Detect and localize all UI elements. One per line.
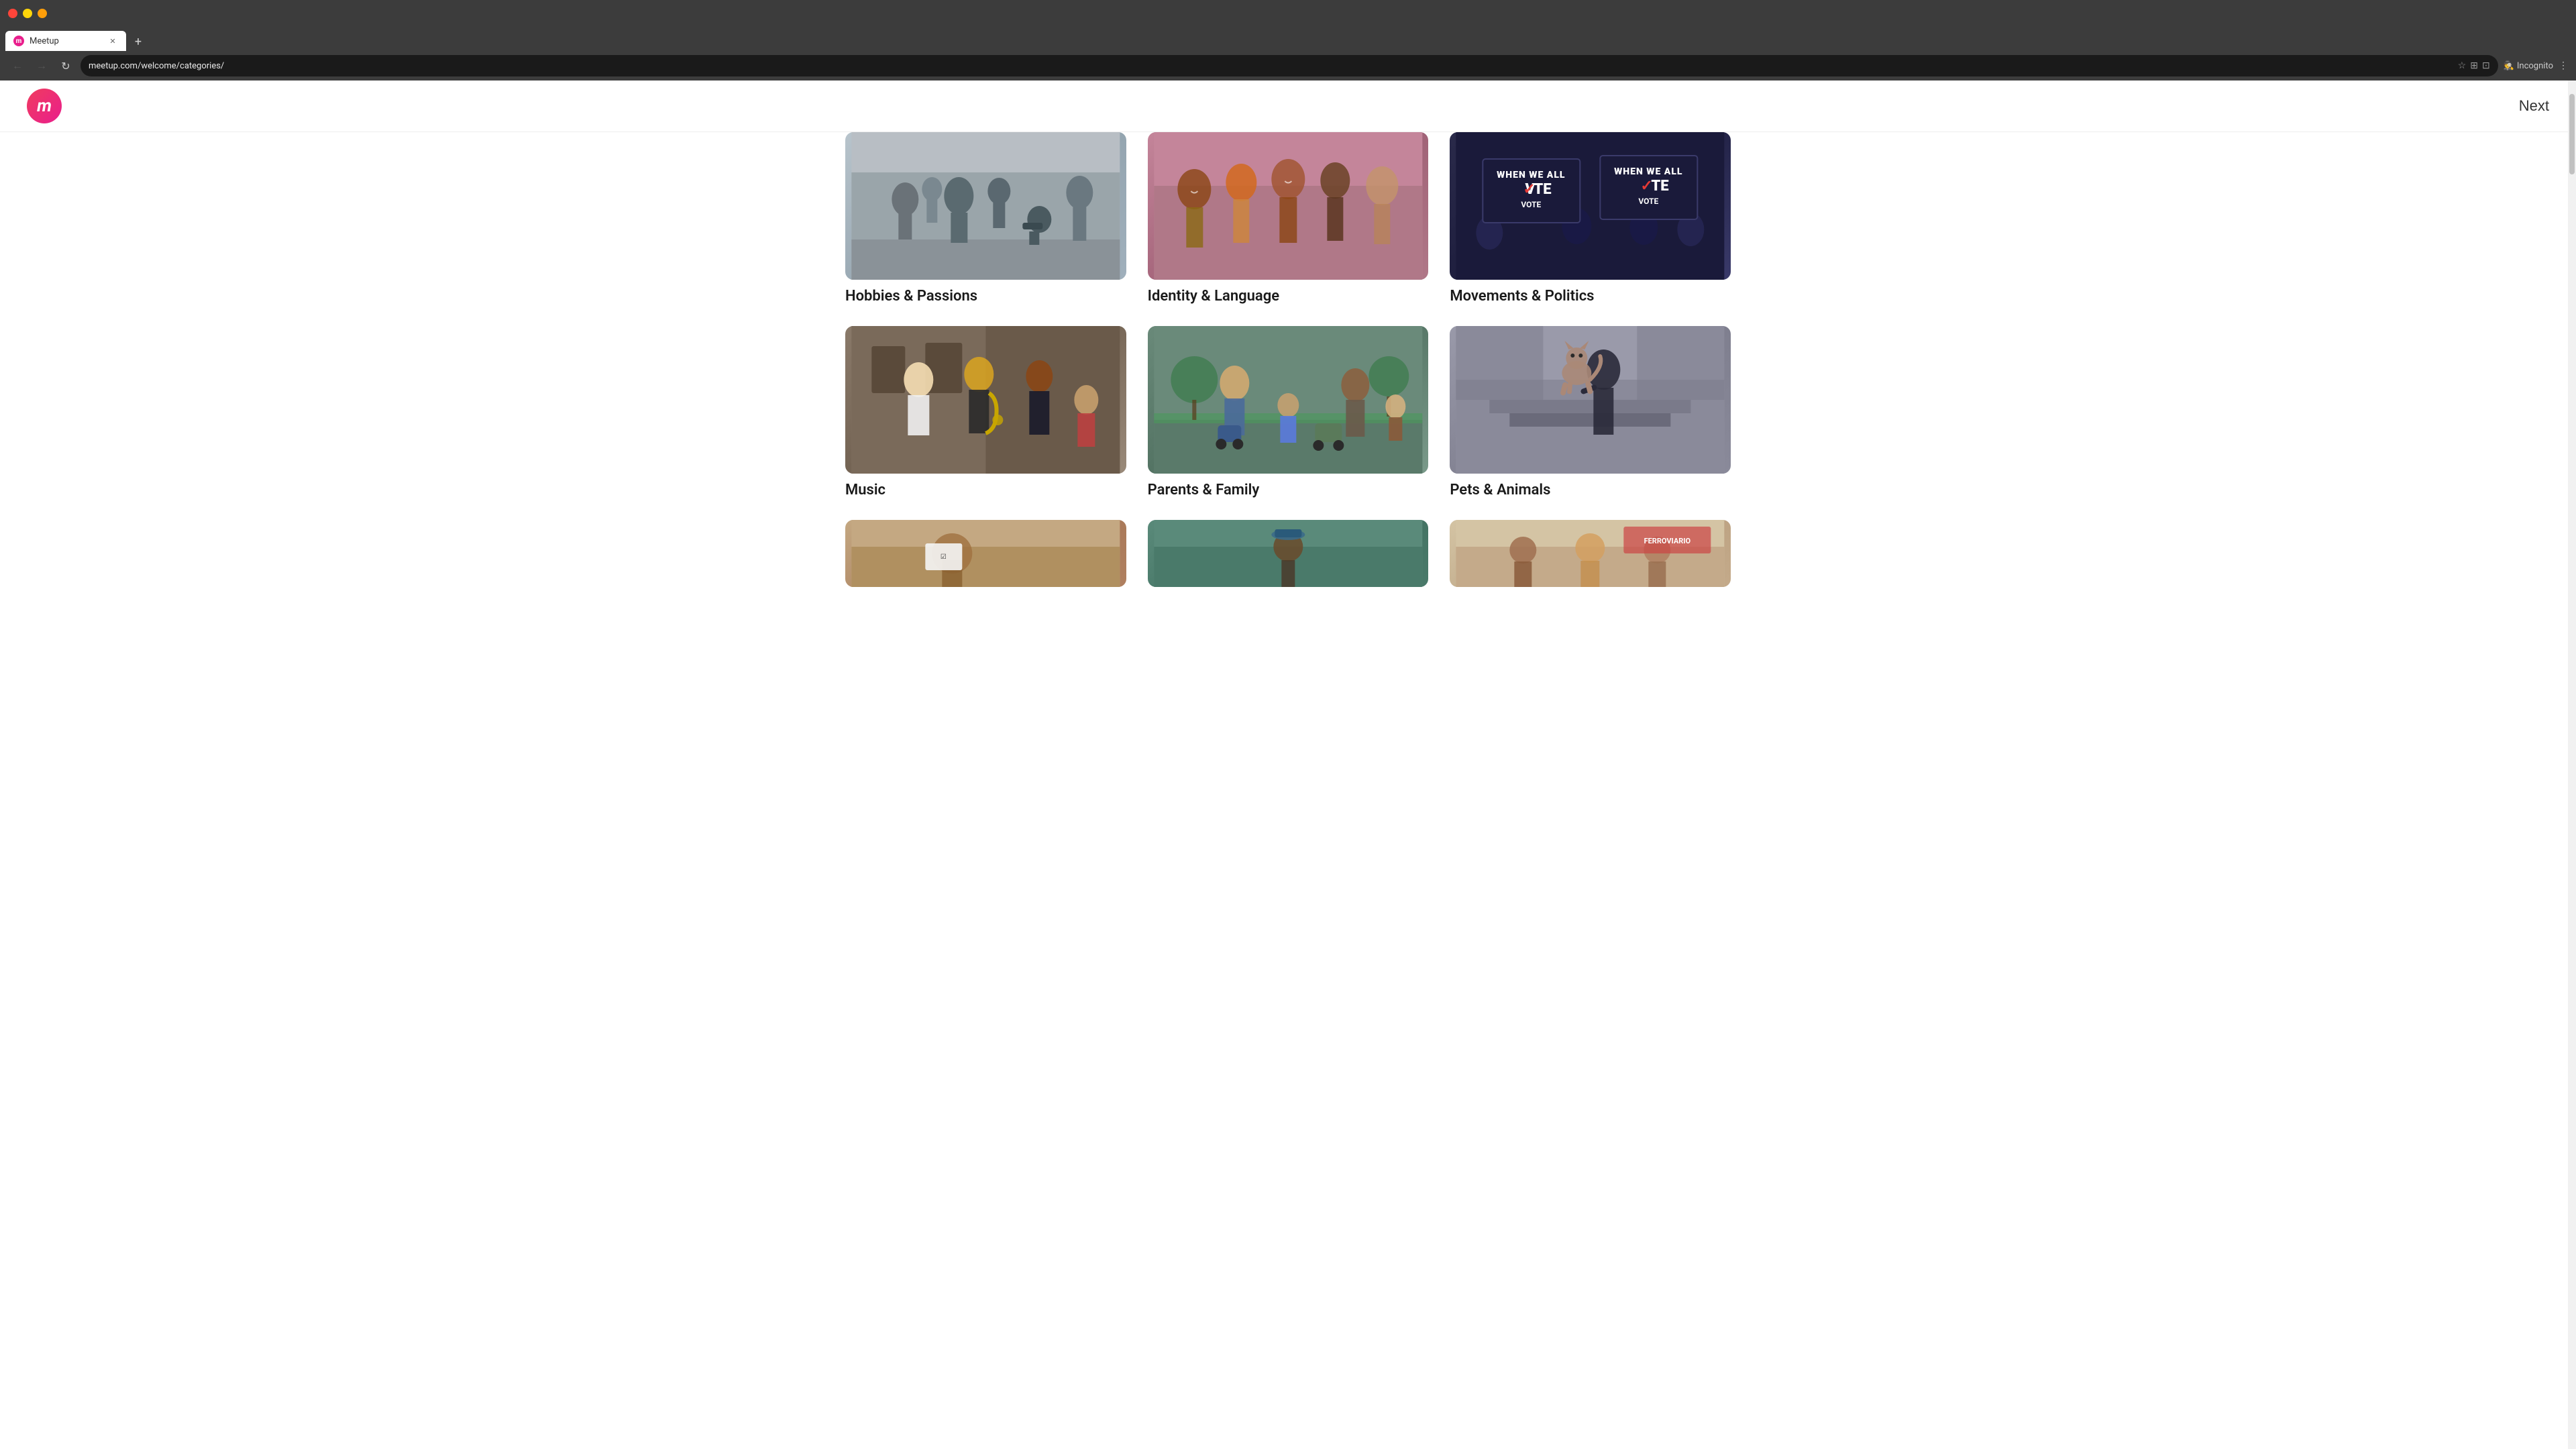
new-tab-button[interactable]: +	[129, 32, 148, 51]
category-image-pets	[1450, 326, 1731, 474]
svg-text:TE: TE	[1534, 181, 1552, 198]
tabs-bar: m Meetup ✕ +	[0, 27, 2576, 51]
window-controls	[8, 9, 47, 18]
address-text: meetup.com/welcome/categories/	[89, 61, 224, 71]
address-bar-row: ← → ↻ meetup.com/welcome/categories/ ☆ ⊞…	[0, 51, 2576, 80]
incognito-label: Incognito	[2517, 61, 2553, 71]
window-close-button[interactable]	[8, 9, 17, 18]
svg-text:WHEN WE ALL: WHEN WE ALL	[1497, 170, 1565, 180]
category-card-music[interactable]: Music	[845, 326, 1126, 498]
forward-button[interactable]: →	[32, 56, 51, 75]
refresh-button[interactable]: ↻	[56, 56, 75, 75]
category-label-identity: Identity & Language	[1148, 288, 1429, 305]
svg-text:☑: ☑	[941, 553, 947, 561]
next-button[interactable]: Next	[2519, 97, 2549, 115]
category-image-bottom1: ☑	[845, 520, 1126, 587]
logo-circle: m	[27, 89, 62, 123]
window-maximize-button[interactable]	[38, 9, 47, 18]
browser-titlebar	[0, 0, 2576, 27]
more-menu-button[interactable]: ⋮	[2559, 60, 2568, 71]
categories-container: Hobbies & Passions	[818, 132, 1758, 622]
scrollbar[interactable]	[2568, 80, 2576, 1449]
address-bar[interactable]: meetup.com/welcome/categories/ ☆ ⊞ ⊡	[80, 55, 2498, 76]
category-label-parents: Parents & Family	[1148, 482, 1429, 498]
extensions-icon[interactable]: ⊞	[2470, 60, 2478, 71]
incognito-icon: 🕵	[2504, 61, 2514, 71]
category-card-parents[interactable]: Parents & Family	[1148, 326, 1429, 498]
category-card-hobbies[interactable]: Hobbies & Passions	[845, 132, 1126, 305]
category-image-parents	[1148, 326, 1429, 474]
browser-extras: 🕵 Incognito ⋮	[2504, 60, 2568, 71]
category-card-bottom2[interactable]	[1148, 520, 1429, 595]
bookmark-icon[interactable]: ☆	[2458, 60, 2467, 71]
category-image-bottom2	[1148, 520, 1429, 587]
scrollbar-thumb[interactable]	[2569, 94, 2575, 174]
category-card-identity[interactable]: Identity & Language	[1148, 132, 1429, 305]
tab-title: Meetup	[30, 36, 59, 46]
svg-text:VOTE: VOTE	[1639, 197, 1659, 206]
address-icons: ☆ ⊞ ⊡	[2458, 60, 2490, 71]
page-content: m Next	[0, 80, 2576, 1449]
category-label-movements: Movements & Politics	[1450, 288, 1731, 305]
window-minimize-button[interactable]	[23, 9, 32, 18]
profile-icon[interactable]: ⊡	[2482, 60, 2490, 71]
site-header: m Next	[0, 80, 2576, 132]
svg-text:WHEN WE ALL: WHEN WE ALL	[1614, 166, 1682, 177]
category-label-hobbies: Hobbies & Passions	[845, 288, 1126, 305]
svg-text:VOTE: VOTE	[1521, 200, 1542, 209]
tab-close-button[interactable]: ✕	[107, 36, 118, 46]
back-button[interactable]: ←	[8, 56, 27, 75]
svg-text:FERROVIARIO: FERROVIARIO	[1644, 537, 1691, 545]
category-image-bottom3: FERROVIARIO	[1450, 520, 1731, 587]
tab-favicon: m	[13, 36, 24, 46]
category-card-pets[interactable]: Pets & Animals	[1450, 326, 1731, 498]
logo-letter: m	[37, 96, 52, 116]
category-card-movements[interactable]: WHEN WE ALL V ✓ TE VOTE WHEN WE ALL ✓ TE…	[1450, 132, 1731, 305]
browser-chrome: m Meetup ✕ + ← → ↻ meetup.com/welcome/ca…	[0, 0, 2576, 80]
meetup-logo[interactable]: m	[27, 89, 62, 123]
category-card-bottom3[interactable]: FERROVIARIO	[1450, 520, 1731, 595]
vote-overlay: WHEN WE ALL V ✓ TE VOTE WHEN WE ALL ✓ TE…	[1450, 132, 1731, 280]
category-label-music: Music	[845, 482, 1126, 498]
category-image-music	[845, 326, 1126, 474]
svg-text:TE: TE	[1652, 178, 1669, 195]
category-image-movements: WHEN WE ALL V ✓ TE VOTE WHEN WE ALL ✓ TE…	[1450, 132, 1731, 280]
category-image-hobbies	[845, 132, 1126, 280]
incognito-badge: 🕵 Incognito	[2504, 61, 2553, 71]
category-label-pets: Pets & Animals	[1450, 482, 1731, 498]
category-card-bottom1[interactable]: ☑	[845, 520, 1126, 595]
category-image-identity	[1148, 132, 1429, 280]
categories-grid: Hobbies & Passions	[845, 132, 1731, 595]
active-tab[interactable]: m Meetup ✕	[5, 31, 126, 51]
